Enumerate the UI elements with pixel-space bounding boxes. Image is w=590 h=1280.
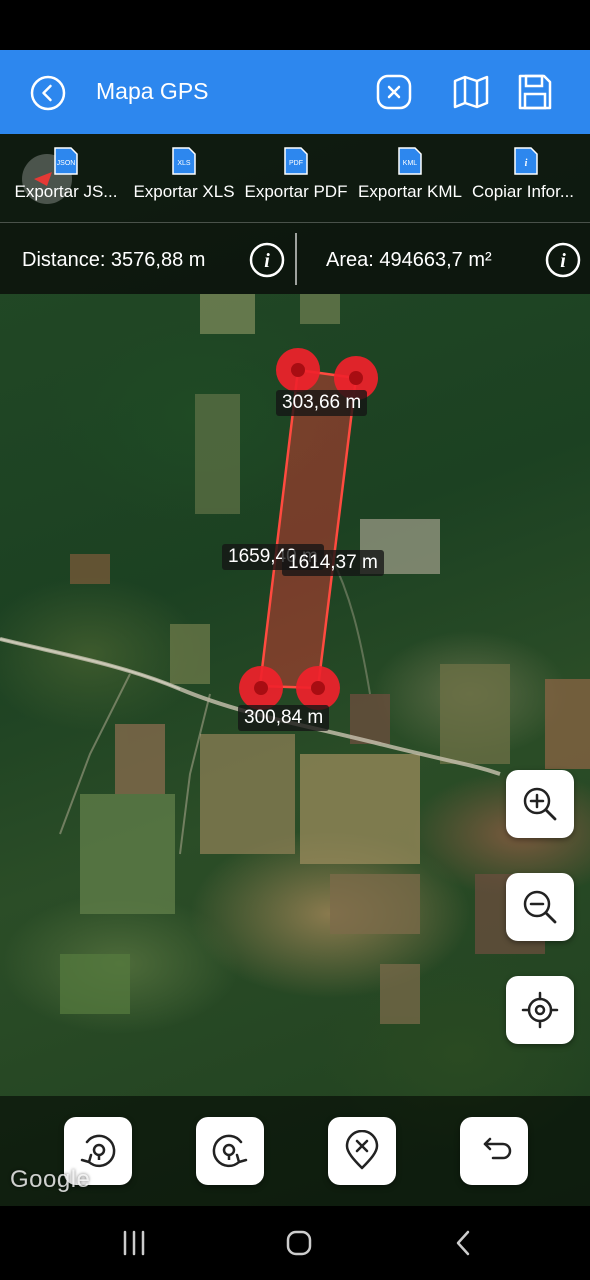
area-value: Area: 494663,7 m² xyxy=(326,249,492,271)
export-xls-button[interactable]: XLS Exportar XLS xyxy=(124,146,244,216)
zoom-in-button[interactable] xyxy=(506,770,574,838)
app-bar: Mapa GPS xyxy=(0,50,590,134)
export-xls-label: Exportar XLS xyxy=(133,182,235,201)
undo-button[interactable] xyxy=(460,1117,528,1185)
remove-point-icon xyxy=(345,1130,379,1170)
marker-bottom-left[interactable] xyxy=(239,666,283,710)
back-button[interactable] xyxy=(444,1228,484,1258)
segment-label-top: 303,66 m xyxy=(276,390,368,416)
map-icon[interactable] xyxy=(452,74,490,110)
xls-file-icon: XLS xyxy=(171,146,197,176)
satellite-map[interactable] xyxy=(0,134,590,1206)
copy-info-button[interactable]: i Copiar Infor... xyxy=(466,146,586,216)
copy-info-label: Copiar Infor... xyxy=(471,182,575,201)
marker-bottom-right[interactable] xyxy=(296,666,340,710)
svg-text:JSON: JSON xyxy=(57,160,76,167)
save-icon[interactable] xyxy=(516,72,554,112)
back-icon xyxy=(456,1230,470,1256)
distance-info-icon[interactable]: i xyxy=(249,242,285,278)
remove-point-button[interactable] xyxy=(328,1117,396,1185)
json-file-icon: JSON xyxy=(53,146,79,176)
measured-area-polygon xyxy=(258,368,358,690)
svg-text:i: i xyxy=(525,158,528,169)
export-json-label: Exportar JS... xyxy=(14,182,118,201)
recent-apps-button[interactable] xyxy=(114,1228,154,1258)
export-toolbar: JSON Exportar JS... XLS Exportar XLS PDF… xyxy=(0,134,590,222)
clear-circle-icon[interactable] xyxy=(376,74,412,110)
page-title: Mapa GPS xyxy=(96,78,209,104)
chevron-left-icon[interactable] xyxy=(30,75,66,111)
pdf-file-icon: PDF xyxy=(283,146,309,176)
system-nav-bar xyxy=(0,1206,590,1280)
segment-label-right: 1614,37 m xyxy=(282,550,384,576)
zoom-out-button[interactable] xyxy=(506,873,574,941)
my-location-button[interactable] xyxy=(506,976,574,1044)
area-info-icon[interactable]: i xyxy=(545,242,581,278)
undo-icon xyxy=(483,1137,512,1160)
map-terrain xyxy=(0,294,590,1024)
svg-text:KML: KML xyxy=(403,160,418,167)
export-kml-button[interactable]: KML Exportar KML xyxy=(350,146,470,216)
zoom-in-icon xyxy=(523,787,557,821)
segment-label-bottom: 300,84 m xyxy=(238,705,330,731)
svg-text:i: i xyxy=(560,250,566,272)
metrics-divider xyxy=(295,233,297,285)
marker-top-left[interactable] xyxy=(276,348,320,392)
my-location-icon xyxy=(521,991,559,1029)
export-kml-label: Exportar KML xyxy=(358,182,462,201)
home-icon xyxy=(286,1230,312,1256)
kml-file-icon: KML xyxy=(397,146,423,176)
metrics-bar: Distance: 3576,88 m i Area: 494663,7 m² … xyxy=(0,222,590,294)
distance-value: Distance: 3576,88 m xyxy=(22,249,206,271)
export-json-button[interactable]: JSON Exportar JS... xyxy=(6,146,126,216)
export-pdf-button[interactable]: PDF Exportar PDF xyxy=(236,146,356,216)
rotate-right-icon xyxy=(212,1134,248,1168)
status-bar xyxy=(0,0,590,50)
info-file-icon: i xyxy=(513,146,539,176)
svg-text:XLS: XLS xyxy=(177,160,191,167)
export-pdf-label: Exportar PDF xyxy=(244,182,348,201)
rotate-right-button[interactable] xyxy=(196,1117,264,1185)
zoom-out-icon xyxy=(523,890,557,924)
svg-text:PDF: PDF xyxy=(289,160,303,167)
svg-text:i: i xyxy=(264,250,270,272)
recent-apps-icon xyxy=(123,1230,145,1256)
home-button[interactable] xyxy=(279,1228,319,1258)
google-attribution: Google xyxy=(10,1166,91,1193)
